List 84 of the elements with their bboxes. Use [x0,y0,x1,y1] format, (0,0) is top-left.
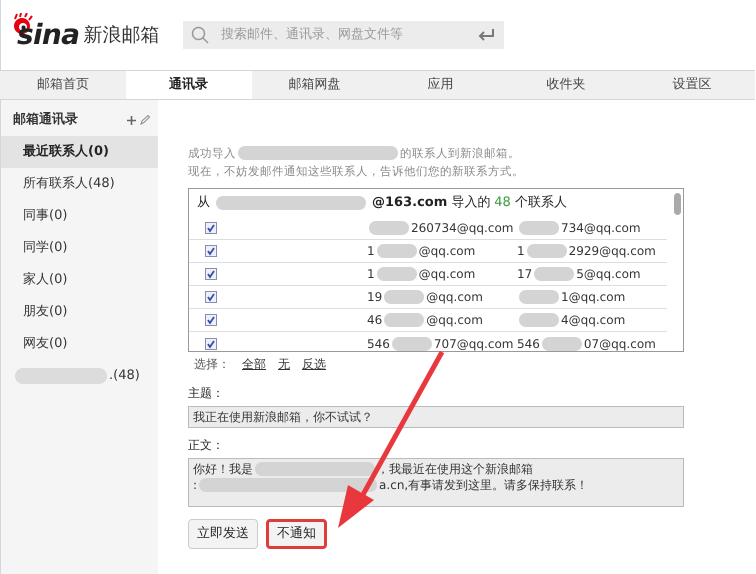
checkbox[interactable] [205,245,217,257]
nav-tab[interactable]: 收件夹 [503,71,630,99]
nav-tab[interactable]: 设置区 [629,71,755,99]
email-text: 260734@qq.com [411,220,514,237]
email-text: 5@qq.com [576,266,641,283]
redaction [542,336,582,350]
sidebar-item[interactable]: 最近联系人(0) [1,136,158,168]
redaction [392,336,432,350]
checkbox[interactable] [205,314,217,326]
email-text: 1 [517,243,525,260]
nav-tab[interactable]: 邮箱网盘 [252,71,378,99]
intro-text: 成功导入 [188,145,236,162]
redaction [376,244,417,258]
field-label: 主题： [188,385,225,402]
source-account: @163.com [372,194,448,212]
sidebar-item[interactable]: 家人(0) [1,264,158,296]
checkbox[interactable] [205,291,217,303]
scrollbar-thumb[interactable] [674,193,681,215]
email-text: 2929@qq.com [568,243,656,260]
sidebar-item[interactable]: 同学(0) [1,232,158,264]
nav-tab[interactable]: 邮箱首页 [0,71,126,99]
action-button[interactable]: 不通知 [266,519,327,549]
message-text: ，我最近在使用这个新浪邮箱 [377,461,533,477]
redaction [534,267,574,281]
email-text: 546 [367,336,390,351]
message-text: 你好！我是 [193,461,253,477]
redaction [519,221,559,235]
redaction [384,313,424,327]
search-icon [191,26,209,44]
email-text: 4@qq.com [561,312,626,329]
add-icon[interactable] [127,116,136,124]
sidebar-title: 邮箱通讯录 [13,111,78,130]
intro-text: 的联系人到新浪邮箱。 [400,145,520,162]
email-text: 707@qq.com [434,336,514,351]
email-text: 1 [367,243,375,260]
field-label: 正文： [188,437,225,454]
redaction [519,290,559,304]
enter-icon[interactable] [478,28,496,42]
import-label: 从 [197,194,210,212]
email-text: @qq.com [418,243,476,260]
action-button[interactable]: 立即发送 [188,519,258,549]
redaction [376,267,417,281]
email-text: 07@qq.com [584,336,656,351]
checkbox[interactable] [205,222,217,234]
select-link[interactable]: 无 [278,355,290,373]
email-text: 1 [367,266,375,283]
nav-tab[interactable]: 通讯录 [126,71,252,99]
message-text: : [193,477,198,493]
email-text: 17 [517,266,532,283]
email-text: 19 [367,289,382,306]
email-text: 546 [517,336,540,351]
sidebar-item[interactable]: 网友(0) [1,328,158,360]
import-label: 个联系人 [514,194,567,212]
sidebar-item[interactable]: 同事(0) [1,200,158,232]
email-text: 46 [367,312,382,329]
checkbox[interactable] [205,338,217,350]
select-link[interactable]: 反选 [302,355,326,373]
email-text: @qq.com [418,266,476,283]
pencil-icon[interactable] [140,115,150,125]
redaction [519,313,559,327]
select-label: 选择： [194,356,230,373]
select-link[interactable]: 全部 [242,355,266,373]
sidebar-item[interactable]: .(48) [1,360,158,392]
message-field[interactable]: 你好！我是 ，我最近在使用这个新浪邮箱 : a.cn,有事请发到这里。请多保持联系！ [188,458,684,507]
email-text: @qq.com [426,289,483,306]
product-name: 新浪邮箱 [83,22,160,48]
checkbox[interactable] [205,268,217,280]
intro-text: 现在，不妨发邮件通知这些联系人，告诉他们您的新联系方式。 [188,163,524,180]
search-input[interactable]: 搜索邮件、通讯录、网盘文件等 [221,25,466,45]
sidebar-item[interactable]: 所有联系人(48) [1,168,158,200]
subject-field[interactable]: 我正在使用新浪邮箱，你不试试？ [188,406,684,428]
import-label: 导入的 [451,194,490,212]
redaction [526,244,567,258]
message-text: a.cn,有事请发到这里。请多保持联系！ [379,477,588,493]
contact-count: 48 [494,194,511,212]
brand-logo: sina [17,21,80,49]
sidebar-item[interactable]: 朋友(0) [1,296,158,328]
search-field[interactable]: 搜索邮件、通讯录、网盘文件等 [183,21,504,49]
nav-tab[interactable]: 应用 [377,71,504,99]
email-text: 734@qq.com [561,220,641,237]
email-text: 1@qq.com [561,289,626,306]
redaction [369,221,409,235]
email-text: @qq.com [426,312,483,329]
redaction [384,290,424,304]
